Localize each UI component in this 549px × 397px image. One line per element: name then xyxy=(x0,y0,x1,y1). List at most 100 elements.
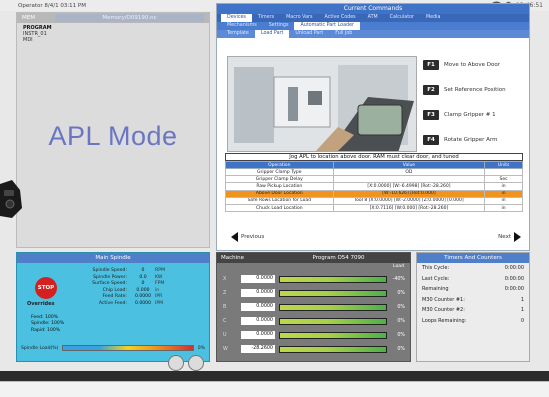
current-commands-title: Current Commands xyxy=(217,4,529,14)
tab-mechanisms[interactable]: Mechanisms xyxy=(221,22,263,30)
tabs-row-secondary: Mechanisms Settings Automatic Part Loade… xyxy=(217,22,529,30)
axis-load-bar xyxy=(279,317,387,325)
spindle-load-bar xyxy=(62,345,194,351)
f4-key[interactable]: F4 xyxy=(423,135,439,145)
timer-row: Loops Remaining: 0 xyxy=(422,317,524,324)
clamp-gripper-label: Clamp Gripper # 1 xyxy=(444,112,496,118)
gauge-icon[interactable] xyxy=(188,355,204,371)
memory-mode-label: MEM xyxy=(22,15,35,21)
unit-cell: in xyxy=(484,203,523,213)
clamp-gripper-button[interactable]: F3 Clamp Gripper # 1 xyxy=(423,110,527,120)
operation-cell: Chuck Load Location xyxy=(225,203,334,213)
override-values: Feed: 100% Spindle: 100% Rapid: 100% xyxy=(31,315,64,334)
rotate-gripper-arm-label: Rotate Gripper Arm xyxy=(444,137,498,143)
main-spindle-title: Main Spindle xyxy=(17,253,209,263)
axis-row-b: B 0.0000 0% xyxy=(223,303,405,311)
axis-load-bar xyxy=(279,345,387,353)
instruction-bar: Jog APL to location above door. RAM must… xyxy=(225,153,523,161)
value-cell[interactable] xyxy=(332,175,486,184)
value-cell[interactable]: Tool 8 [X:0.0000] [W:-2.0000] [Z:0.0000]… xyxy=(332,196,486,205)
operation-cell: Safe Rows Location for Load xyxy=(225,196,334,205)
timer-row: Last Cycle: 0:00:00 xyxy=(422,275,524,282)
footer-bar xyxy=(0,371,549,381)
program-display-panel: MEM Memory/O09190.nc PROGRAM INSTR_01 MD… xyxy=(16,12,210,248)
readout-row: Surface Speed: 0 FPM xyxy=(92,281,165,287)
axis-row-x: X 0.0000 -40% xyxy=(223,275,405,283)
tab-automatic-part-loader[interactable]: Automatic Part Loader xyxy=(294,22,361,30)
move-above-door-label: Move to Above Door xyxy=(444,62,500,68)
file-item[interactable]: MDI xyxy=(23,37,203,43)
column-header-units: Units xyxy=(484,161,523,169)
arrow-right-icon xyxy=(514,232,521,242)
file-list: PROGRAM INSTR_01 MDI xyxy=(17,23,209,45)
tab-timers[interactable]: Timers xyxy=(252,14,280,22)
timer-row: This Cycle: 0:00:00 xyxy=(422,265,524,271)
axis-row-u: U 0.0000 0% xyxy=(223,331,405,339)
f1-key[interactable]: F1 xyxy=(423,60,439,70)
stop-icon: STOP xyxy=(35,277,57,299)
tabs-row-primary: Devices Timers Macro Vars Active Codes A… xyxy=(217,14,529,22)
set-reference-position-button[interactable]: F2 Set Reference Position xyxy=(423,85,527,95)
column-header-operation: Operation xyxy=(225,161,334,169)
tab-media[interactable]: Media xyxy=(420,14,446,22)
unit-cell: in xyxy=(484,189,523,198)
axis-row-w: W -28.2600 0% xyxy=(223,345,405,353)
table-row[interactable]: Gripper Clamp Delay Sec xyxy=(225,175,523,184)
table-row[interactable]: Safe Rows Location for Load Tool 8 [X:0.… xyxy=(225,196,523,205)
program-panel-title: Machine Program O54 7090 xyxy=(217,253,410,263)
page-navigation: Previous Next xyxy=(231,232,521,242)
unit-cell xyxy=(484,167,523,177)
operation-cell: Raw Pickup Location xyxy=(225,182,334,191)
rotate-gripper-arm-button[interactable]: F4 Rotate Gripper Arm xyxy=(423,135,527,145)
next-button[interactable]: Next xyxy=(498,232,521,242)
tab-template[interactable]: Template xyxy=(221,30,255,38)
previous-label: Previous xyxy=(241,234,265,240)
apl-instruction-photo xyxy=(227,56,417,152)
program-position-panel: Machine Program O54 7090 Load X 0.0000 -… xyxy=(216,252,411,362)
unit-cell: in xyxy=(484,196,523,205)
apl-function-buttons: F1 Move to Above Door F2 Set Reference P… xyxy=(423,60,527,160)
value-cell[interactable]: OD xyxy=(332,167,486,177)
position-mode-label: Machine xyxy=(221,255,245,261)
readout-row: Spindle Speed: 0 RPM xyxy=(92,268,165,273)
table-row-selected[interactable]: Above Door Location [W:-10.626] [Rot:0.0… xyxy=(225,189,523,198)
table-row[interactable]: Raw Pickup Location [X:0.0000] [W:-6.499… xyxy=(225,182,523,191)
readout-row: Active Feed: 0.0000 IPM xyxy=(98,300,164,306)
tab-macro-vars[interactable]: Macro Vars xyxy=(280,14,318,22)
previous-button[interactable]: Previous xyxy=(231,232,264,242)
tab-active-codes[interactable]: Active Codes xyxy=(319,14,362,22)
timer-row: Remaining 0:00:00 xyxy=(422,286,524,292)
input-line[interactable] xyxy=(0,381,549,397)
tab-calculator[interactable]: Calculator xyxy=(384,14,420,22)
tab-unload-part[interactable]: Unload Part xyxy=(289,30,329,38)
tab-devices[interactable]: Devices xyxy=(221,14,252,22)
tab-settings[interactable]: Settings xyxy=(263,22,295,30)
timers-counters-panel: Timers And Counters This Cycle: 0:00:00 L… xyxy=(416,252,530,362)
spindle-load-label: Spindle Load(%) xyxy=(21,345,59,351)
table-row[interactable]: Gripper Clamp Type OD xyxy=(225,167,523,177)
f3-key[interactable]: F3 xyxy=(423,110,439,120)
tab-full-job[interactable]: Full Job xyxy=(329,30,358,38)
axis-load-bar xyxy=(279,289,387,297)
table-row[interactable]: Chuck Load Location [X:0.7116] [W:0.000]… xyxy=(225,203,523,213)
program-path: Memory/O09190.nc xyxy=(54,14,204,22)
current-commands-panel: Current Commands Devices Timers Macro Va… xyxy=(216,3,530,251)
f2-key[interactable]: F2 xyxy=(423,85,439,95)
jog-pendant-icon xyxy=(0,178,22,222)
timer-row: M30 Counter #2: 1 xyxy=(422,307,524,313)
value-cell[interactable]: [X:0.7116] [W:0.000] [Rot:-28.260] xyxy=(332,203,486,213)
status-left-text: Operator 8/4/1 03:11 PM xyxy=(18,2,86,9)
tool-icon[interactable] xyxy=(168,355,184,371)
timers-title: Timers And Counters xyxy=(417,253,529,263)
readout-row: Feed Rate: 0.0000 IPR xyxy=(102,294,163,300)
value-cell[interactable]: [W:-10.626] [Rot:0.000] xyxy=(332,189,486,198)
move-above-door-button[interactable]: F1 Move to Above Door xyxy=(423,60,527,70)
main-spindle-panel: Main Spindle STOP Overrides Spindle Spee… xyxy=(16,252,210,362)
tab-atm[interactable]: ATM xyxy=(362,14,384,22)
value-cell[interactable]: [X:0.0000] [W:-6.4998] [Rot:-28.260] xyxy=(332,182,486,191)
axis-load-bar xyxy=(279,275,387,283)
tab-load-part[interactable]: Load Part xyxy=(254,30,290,38)
operation-cell: Gripper Clamp Type xyxy=(225,167,334,177)
spindle-readouts: Spindle Speed: 0 RPM Spindle Power: 0.0 … xyxy=(75,268,175,308)
set-reference-position-label: Set Reference Position xyxy=(444,87,506,93)
